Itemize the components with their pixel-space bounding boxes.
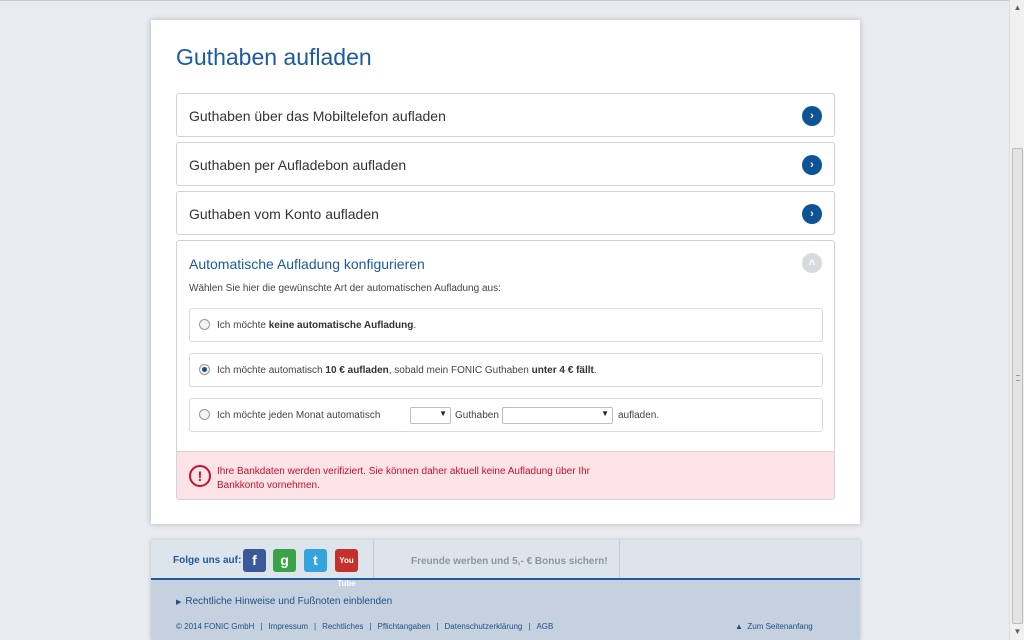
accordion-auto-topup: Automatische Aufladung konfigurieren ˄ W… xyxy=(176,240,835,500)
link-pflichtangaben[interactable]: Pflichtangaben xyxy=(378,622,431,631)
accordion-open-label[interactable]: Automatische Aufladung konfigurieren xyxy=(189,256,425,272)
follow-label: Folge uns auf: xyxy=(173,555,242,566)
option-text: Ich möchte automatisch 10 € aufladen, so… xyxy=(217,365,597,376)
day-select[interactable]: ▼ xyxy=(410,407,451,424)
copyright: © 2014 FONIC GmbH xyxy=(176,622,255,631)
scroll-up-icon[interactable]: ▲ xyxy=(1010,0,1024,16)
auto-topup-description: Wählen Sie hier die gewünschte Art der a… xyxy=(189,283,501,294)
guthaben-label: Guthaben xyxy=(455,410,499,421)
option-text: Ich möchte keine automatische Aufladung. xyxy=(217,320,417,331)
chevron-up-icon[interactable]: ˄ xyxy=(802,253,822,273)
facebook-icon[interactable]: f xyxy=(243,549,266,572)
dropdown-arrow-icon: ▼ xyxy=(439,409,447,418)
accordion-mobile-topup[interactable]: Guthaben über das Mobiltelefon aufladen … xyxy=(176,93,835,137)
scrollbar-thumb[interactable] xyxy=(1012,148,1023,624)
accordion-label: Guthaben per Aufladebon aufladen xyxy=(189,157,407,173)
triangle-up-icon: ▲ xyxy=(735,622,743,631)
social-bar: Folge uns auf: f g t You Tube Freunde we… xyxy=(151,540,860,588)
link-agb[interactable]: AGB xyxy=(536,622,553,631)
accordion-label: Guthaben vom Konto aufladen xyxy=(189,206,379,222)
chevron-right-icon[interactable]: › xyxy=(802,204,822,224)
youtube-icon[interactable]: You Tube xyxy=(335,549,358,588)
radio-threshold-topup[interactable] xyxy=(199,364,210,375)
scrollbar[interactable]: ▲ ▼ xyxy=(1009,0,1024,640)
alert-text: Ihre Bankdaten werden verifiziert. Sie k… xyxy=(217,466,591,491)
referral-promo-link[interactable]: Freunde werben und 5,- € Bonus sichern! xyxy=(411,556,608,567)
footer-links: © 2014 FONIC GmbH | Impressum | Rechtliches |… xyxy=(176,622,554,631)
legal-toggle-link[interactable]: ▶ Rechtliche Hinweise und Fußnoten einble… xyxy=(176,596,392,607)
google-plus-icon[interactable]: g xyxy=(273,549,296,572)
radio-monthly-topup[interactable] xyxy=(199,409,210,420)
back-to-top-link[interactable]: ▲ Zum Seitenanfang xyxy=(735,622,813,631)
radio-no-auto-topup[interactable] xyxy=(199,319,210,330)
chevron-right-icon[interactable]: › xyxy=(802,155,822,175)
accordion-label: Guthaben über das Mobiltelefon aufladen xyxy=(189,108,446,124)
accordion-voucher-topup[interactable]: Guthaben per Aufladebon aufladen › xyxy=(176,142,835,186)
link-impressum[interactable]: Impressum xyxy=(268,622,308,631)
page-title: Guthaben aufladen xyxy=(176,44,372,70)
footer: Folge uns auf: f g t You Tube Freunde we… xyxy=(151,540,860,640)
amount-select[interactable]: ▼ xyxy=(502,407,613,424)
dropdown-arrow-icon: ▼ xyxy=(601,409,609,418)
accordion-account-topup[interactable]: Guthaben vom Konto aufladen › xyxy=(176,191,835,235)
divider xyxy=(619,540,620,578)
divider xyxy=(373,540,374,578)
aufladen-label: aufladen. xyxy=(618,410,660,421)
link-datenschutz[interactable]: Datenschutzerklärung xyxy=(445,622,523,631)
chevron-right-icon[interactable]: › xyxy=(802,106,822,126)
error-alert: ! Ihre Bankdaten werden verifiziert. Sie… xyxy=(177,451,834,499)
option-monthly-topup[interactable]: Ich möchte jeden Monat automatisch ▼ Gut… xyxy=(189,398,823,432)
option-text: Ich möchte jeden Monat automatisch xyxy=(217,410,381,421)
browser-top-border xyxy=(0,0,1024,1)
option-no-auto-topup[interactable]: Ich möchte keine automatische Aufladung. xyxy=(189,308,823,342)
scroll-down-icon[interactable]: ▼ xyxy=(1010,624,1024,640)
link-rechtliches[interactable]: Rechtliches xyxy=(322,622,363,631)
exclamation-circle-icon: ! xyxy=(189,465,211,487)
main-card: Guthaben aufladen Guthaben über das Mobi… xyxy=(151,20,860,524)
triangle-right-icon: ▶ xyxy=(176,599,182,606)
option-threshold-topup[interactable]: Ich möchte automatisch 10 € aufladen, so… xyxy=(189,353,823,387)
twitter-icon[interactable]: t xyxy=(304,549,327,572)
